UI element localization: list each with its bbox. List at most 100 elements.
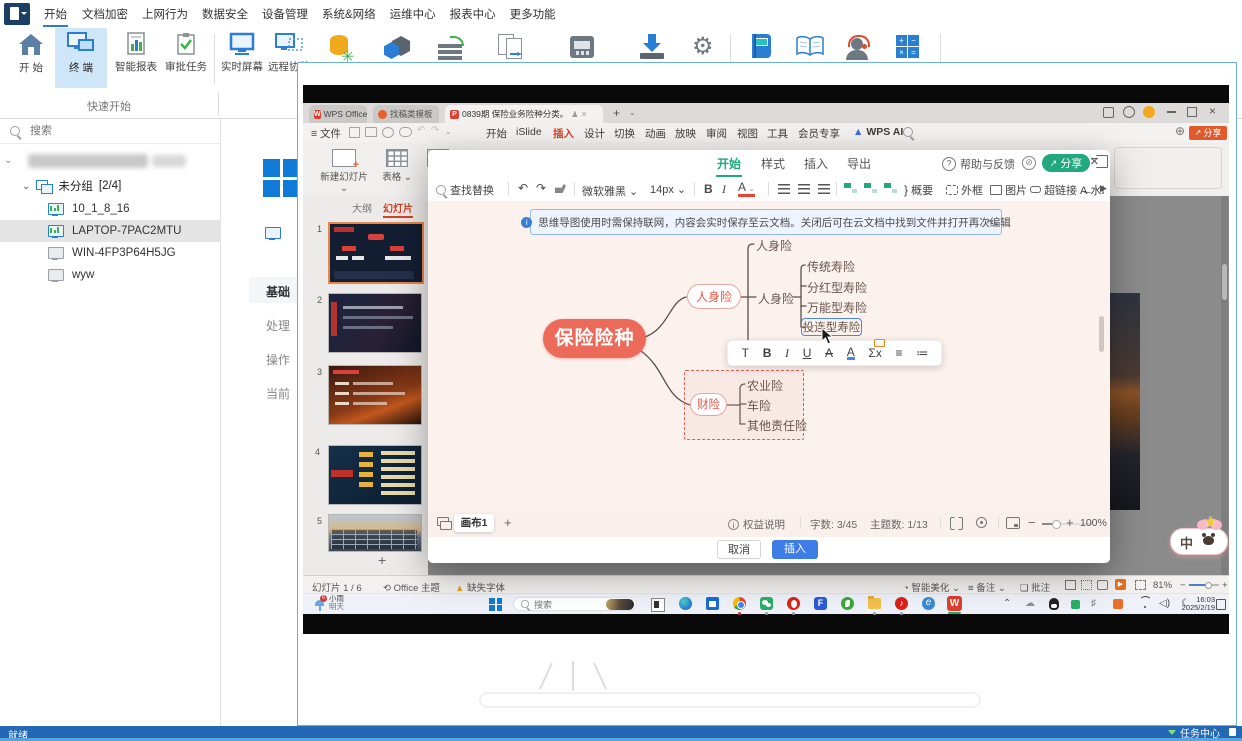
clock[interactable]: 16:03 2025/2/19 xyxy=(1182,596,1215,612)
chevron-down-icon[interactable]: ⌄ xyxy=(445,127,452,136)
slide-thumbnail-3[interactable] xyxy=(328,365,422,425)
wps-ai-button[interactable]: ▲ WPS AI xyxy=(853,126,903,138)
panel-tab-outline[interactable]: 大纲 xyxy=(352,200,372,215)
chevron-down-icon[interactable]: ⌄ xyxy=(22,181,30,192)
zoom-out-button[interactable]: − xyxy=(1028,515,1036,530)
view-sorter-icon[interactable] xyxy=(1081,580,1092,590)
minimize-icon[interactable] xyxy=(1167,111,1176,113)
server-wifi-icon[interactable] xyxy=(438,36,464,60)
insert-child-topic-icon[interactable] xyxy=(864,183,877,194)
close-icon[interactable]: × xyxy=(1090,153,1099,170)
image-button[interactable]: 图片 xyxy=(990,182,1027,198)
mindmap-leaf-traditional[interactable]: 传统寿险 xyxy=(807,258,855,275)
rights-info[interactable]: i 权益说明 xyxy=(728,517,785,532)
new-slide-button[interactable]: + 新建幻灯片 ⌄ xyxy=(315,146,373,194)
open-book-icon[interactable] xyxy=(796,35,824,57)
fit-slide-icon[interactable] xyxy=(1135,580,1146,590)
wps-menu-start[interactable]: 开始 xyxy=(486,126,507,141)
notification-center-icon[interactable] xyxy=(1216,599,1226,610)
ribbon-approval-button[interactable]: 审批任务 xyxy=(162,30,210,88)
slide-thumbnail-2[interactable] xyxy=(328,293,422,353)
menu-item-data-security[interactable]: 数据安全 xyxy=(202,6,248,22)
close-window-icon[interactable]: × xyxy=(1209,104,1216,118)
chrome-icon[interactable] xyxy=(733,597,746,610)
mindmap-leaf-liability[interactable]: 其他责任险 xyxy=(747,417,807,434)
dialog-tab-style[interactable]: 样式 xyxy=(761,155,785,172)
policy-hexagon-icon[interactable] xyxy=(384,36,410,60)
toolbar-more-icon[interactable]: ▶ xyxy=(1100,183,1107,194)
print-icon[interactable] xyxy=(365,127,377,137)
search-highlight-image[interactable] xyxy=(606,599,634,610)
minimap-icon[interactable] xyxy=(1006,517,1020,529)
mindmap-leaf-auto[interactable]: 车险 xyxy=(747,397,771,414)
start-button[interactable] xyxy=(489,597,502,611)
ie-icon[interactable]: e xyxy=(922,597,935,610)
ime-badge[interactable]: 中 ★ xyxy=(1170,514,1228,555)
gear-icon[interactable]: ⚙ xyxy=(692,32,714,61)
menu-item-more[interactable]: 更多功能 xyxy=(510,6,556,22)
opera-icon[interactable] xyxy=(787,597,800,610)
canvas-tab[interactable]: 画布1 xyxy=(454,514,494,532)
tree-item-computer[interactable]: wyw xyxy=(0,264,220,286)
table-button[interactable]: 表格 ⌄ xyxy=(379,146,415,192)
app-f-icon[interactable]: F xyxy=(814,597,827,610)
slide-thumbnail-5[interactable] xyxy=(328,514,422,552)
cloud-sync-icon[interactable] xyxy=(399,127,412,137)
status-theme[interactable]: ⟲ Office 主题 xyxy=(383,580,440,594)
qq-icon[interactable] xyxy=(1049,598,1059,610)
collab-person-icon[interactable]: ♟ xyxy=(571,110,578,119)
mindmap-leaf-dividend[interactable]: 分红型寿险 xyxy=(807,279,867,296)
download-icon[interactable] xyxy=(640,34,664,60)
bold-icon[interactable]: B xyxy=(763,346,772,360)
mindmap-node-renshen-top[interactable]: 人身险 xyxy=(756,237,792,254)
bullet-list-icon[interactable]: ≡ xyxy=(896,346,903,360)
insert-sibling-topic-icon[interactable] xyxy=(844,183,857,194)
tray-expand-icon[interactable]: ⌃ xyxy=(1003,598,1011,609)
wps-taskbar-icon[interactable]: W xyxy=(947,596,962,611)
tree-group-ungrouped[interactable]: ⌄ 未分组 [2/4] xyxy=(0,175,220,197)
insert-button[interactable]: 插入 xyxy=(772,540,818,559)
italic-icon[interactable]: I xyxy=(785,346,789,361)
mindmap-leaf-universal[interactable]: 万能型寿险 xyxy=(807,299,867,316)
cancel-button[interactable]: 取消 xyxy=(717,540,761,559)
strikethrough-icon[interactable]: A xyxy=(825,346,833,360)
wps-menu-animation[interactable]: 动画 xyxy=(645,126,666,141)
align-right-icon[interactable] xyxy=(818,184,830,194)
tab-list-chevron-icon[interactable]: ⌄ xyxy=(629,108,636,117)
formula-icon[interactable]: Σx xyxy=(868,339,886,360)
wifi-icon[interactable] xyxy=(1139,596,1152,608)
menu-item-web-behavior[interactable]: 上网行为 xyxy=(142,6,188,22)
insert-parent-topic-icon[interactable] xyxy=(884,183,897,194)
help-feedback-button[interactable]: ? 帮助与反馈 xyxy=(942,156,1015,172)
undo-icon[interactable]: ↶ xyxy=(518,181,528,195)
wps-doc-tab-template[interactable]: 找稿类模板 xyxy=(373,105,439,123)
mindmap-node-renshen-pill[interactable]: 人身险 xyxy=(687,284,741,309)
orange-tray-icon[interactable] xyxy=(1113,599,1123,609)
align-left-icon[interactable] xyxy=(778,184,790,194)
mindmap-node-caixian-pill[interactable]: 财险 xyxy=(690,393,727,416)
ribbon-screen-button[interactable]: 实时屏幕 xyxy=(220,30,264,88)
zoom-in-plus[interactable]: + xyxy=(1066,515,1074,530)
calculator-icon[interactable]: + − × = xyxy=(896,35,919,58)
database-icon[interactable]: ✳ xyxy=(330,35,354,66)
wps-share-button[interactable]: ↗ 分享 xyxy=(1189,125,1227,140)
wps-menu-tools[interactable]: 工具 xyxy=(767,126,788,141)
menu-item-home[interactable]: 开始 xyxy=(43,1,68,27)
add-canvas-icon[interactable]: + xyxy=(504,515,512,530)
taskview-icon[interactable] xyxy=(651,598,665,612)
format-painter-icon[interactable] xyxy=(555,184,566,193)
tree-item-computer[interactable]: 10_1_8_16 xyxy=(0,198,220,220)
tree-root-redacted[interactable]: ⌄ xyxy=(0,151,220,173)
font-family-select[interactable]: 微软雅黑 ⌄ xyxy=(582,183,638,199)
preview-icon[interactable] xyxy=(382,127,394,138)
dialog-tab-start[interactable]: 开始 xyxy=(716,151,743,177)
underline-icon[interactable]: U xyxy=(803,346,812,360)
folder-icon[interactable] xyxy=(868,596,881,609)
tree-item-computer[interactable]: WIN-4FP3P64H5JG xyxy=(0,242,220,264)
wps-menu-slideshow[interactable]: 放映 xyxy=(675,126,696,141)
ribbon-start-button[interactable]: 开 始 xyxy=(10,30,52,88)
docs-transfer-icon[interactable] xyxy=(498,34,524,60)
wps-menu-view[interactable]: 视图 xyxy=(737,126,758,141)
wps-menu-design[interactable]: 设计 xyxy=(584,126,605,141)
mute-icon[interactable]: ⊘ xyxy=(1022,156,1036,170)
